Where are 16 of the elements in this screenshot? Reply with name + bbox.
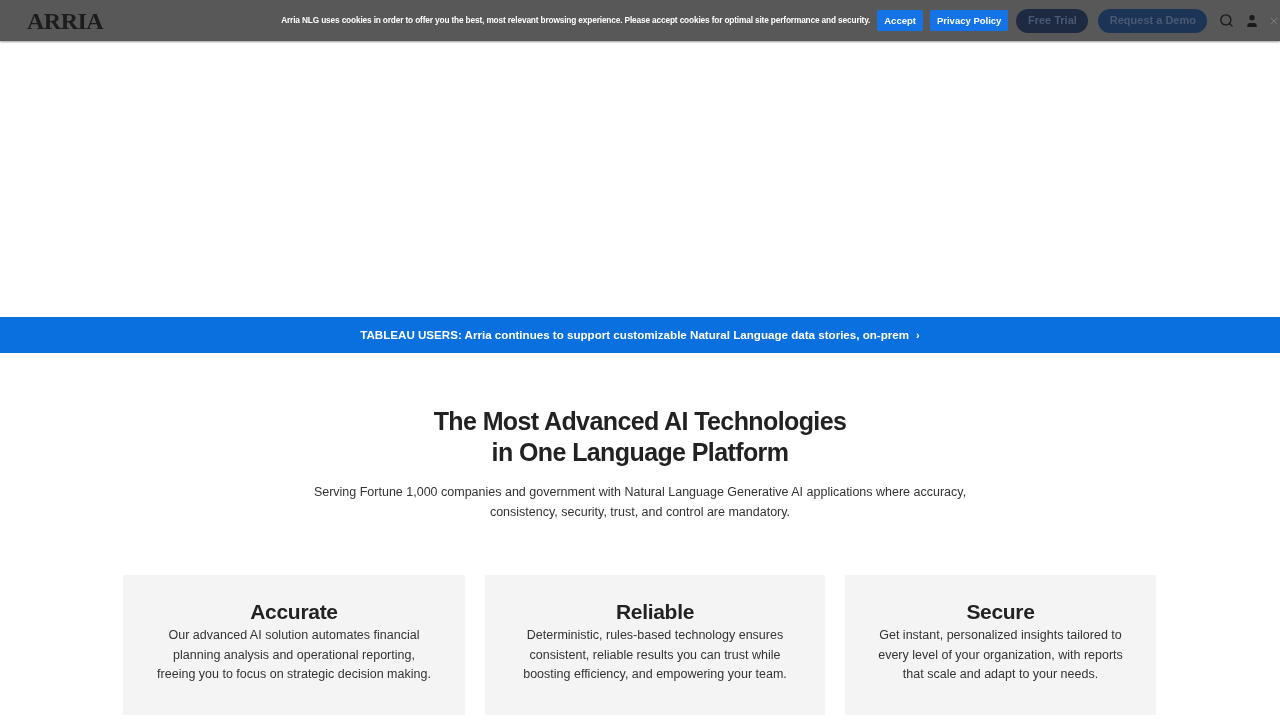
cookie-notice: Arria NLG uses cookies in order to offer you the best, most relevant browsing experience. Please accept cookies for optimal site performance and security. <box>281 14 871 27</box>
accept-button[interactable]: Accept <box>877 10 923 31</box>
hero-subtitle: Serving Fortune 1,000 companies and government with Natural Language Generative AI applications where accuracy, consistency, security, trust, and control are mandatory. <box>312 484 968 521</box>
card-title: Accurate <box>250 599 338 625</box>
card-text: Get instant, personalized insights tailored to every level of your organization, with reports that scale and adapt to your needs. <box>877 627 1124 683</box>
search-icon[interactable] <box>1219 13 1235 28</box>
card-text: Deterministic, rules-based technology ensures consistent, reliable results you can trust while boosting efficiency, and empowering your team. <box>522 627 788 683</box>
hero-title: The Most Advanced AI Technologies in One Language Platform <box>433 406 847 468</box>
banner-text[interactable]: TABLEAU USERS: Arria continues to support customizable Natural Language data stories, on-prem <box>360 326 910 344</box>
logo[interactable]: ARRIA <box>27 8 104 33</box>
privacy-policy-button[interactable]: Privacy Policy <box>929 10 1009 31</box>
card-title: Secure <box>966 599 1035 625</box>
card-text: Our advanced AI solution automates financial planning analysis and operational reporting, freeing you to focus on strategic decision making. <box>156 627 432 683</box>
announcement-banner[interactable]: TABLEAU USERS: Arria continues to support customizable Natural Language data stories, on-prem › <box>0 317 1280 353</box>
card-title: Reliable <box>615 599 695 625</box>
banner-arrow[interactable]: › <box>916 326 920 344</box>
